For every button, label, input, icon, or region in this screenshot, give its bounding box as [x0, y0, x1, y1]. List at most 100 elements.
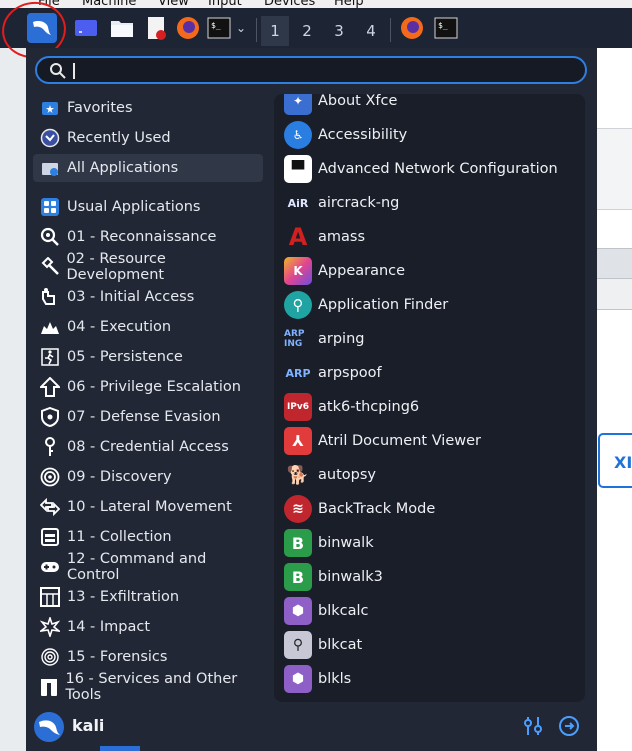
clock-icon — [39, 127, 61, 149]
sleuthkit-icon: ⬢ — [284, 597, 312, 625]
kali-dragon-icon — [39, 720, 60, 735]
app-label: BackTrack Mode — [318, 501, 436, 517]
app-item[interactable]: ✦ About Xfce — [284, 94, 584, 116]
network-icon: ▀ — [284, 155, 312, 183]
app-item[interactable]: ⬢ blkcalc — [284, 596, 584, 626]
firefox-icon[interactable] — [175, 14, 201, 42]
app-item[interactable]: IPv6 atk6-thcping6 — [284, 392, 584, 422]
app-item[interactable]: A amass — [284, 222, 584, 252]
xml-file-icon[interactable]: XI — [598, 433, 632, 488]
category-usual-applications[interactable]: Usual Applications — [33, 193, 263, 221]
menu-footer: kali — [26, 708, 597, 751]
category-label: 14 - Impact — [67, 619, 151, 635]
app-item[interactable]: B binwalk3 — [284, 562, 584, 592]
app-item[interactable]: 🐕 autopsy — [284, 460, 584, 490]
runner-icon — [39, 346, 61, 368]
all-apps-icon — [39, 157, 61, 179]
background-row — [597, 278, 632, 310]
app-item[interactable]: K Appearance — [284, 256, 584, 286]
workspace-2[interactable]: 2 — [293, 16, 321, 46]
category-initial-access[interactable]: 03 - Initial Access — [33, 283, 263, 311]
vm-menu-devices[interactable]: Devices — [264, 0, 315, 8]
desktop-icon[interactable] — [73, 14, 99, 42]
radar-icon — [39, 466, 61, 488]
explosion-icon — [39, 316, 61, 338]
impact-icon — [39, 616, 61, 638]
category-command-and-control[interactable]: 12 - Command and Control — [33, 551, 263, 583]
category-reconnaissance[interactable]: 01 - Reconnaissance — [33, 223, 263, 251]
category-execution[interactable]: 04 - Execution — [33, 313, 263, 341]
app-label: autopsy — [318, 467, 376, 483]
sleuthkit-icon: ⚲ — [284, 631, 312, 659]
app-item[interactable]: B binwalk — [284, 528, 584, 558]
app-item[interactable]: ⅄ Atril Document Viewer — [284, 426, 584, 456]
category-label: All Applications — [67, 160, 179, 176]
workspace-1[interactable]: 1 — [261, 16, 289, 46]
category-impact[interactable]: 14 - Impact — [33, 613, 263, 641]
search-field[interactable] — [35, 56, 587, 84]
category-label: 02 - Resource Development — [66, 251, 166, 283]
category-privilege-escalation[interactable]: 06 - Privilege Escalation — [33, 373, 263, 401]
chevron-down-icon[interactable]: ⌄ — [234, 14, 248, 42]
app-item[interactable]: ⬢ blkls — [284, 664, 584, 694]
xfce-icon: ✦ — [284, 94, 312, 115]
category-persistence[interactable]: 05 - Persistence — [33, 343, 263, 371]
vm-menu-input[interactable]: Input — [208, 0, 242, 8]
category-recently-used[interactable]: Recently Used — [33, 124, 263, 152]
category-lateral-movement[interactable]: 10 - Lateral Movement — [33, 493, 263, 521]
vm-menu-view[interactable]: View — [158, 0, 189, 8]
category-all-applications[interactable]: All Applications — [33, 154, 263, 182]
settings-manager-icon[interactable] — [522, 715, 544, 737]
appearance-icon: K — [284, 257, 312, 285]
category-exfiltration[interactable]: 13 - Exfiltration — [33, 583, 263, 611]
workspace-4[interactable]: 4 — [357, 16, 385, 46]
arpspoof-icon: ARP — [285, 366, 311, 380]
category-label: Usual Applications — [67, 199, 201, 215]
aircrack-icon: AiR — [287, 196, 309, 210]
pdf-icon: ⅄ — [284, 427, 312, 455]
key-icon — [39, 436, 61, 458]
category-resource-development[interactable]: 02 - Resource Development — [33, 251, 263, 283]
category-defense-evasion[interactable]: 07 - Defense Evasion — [33, 403, 263, 431]
log-out-icon[interactable] — [558, 715, 580, 737]
app-item[interactable]: ⚲ blkcat — [284, 630, 584, 660]
terminal-window-icon[interactable]: $_ — [433, 14, 459, 42]
terminal-icon[interactable]: $_ — [206, 14, 232, 42]
category-collection[interactable]: 11 - Collection — [33, 523, 263, 551]
tools-icon — [39, 676, 59, 698]
app-label: atk6-thcping6 — [318, 399, 420, 415]
category-label: 08 - Credential Access — [67, 439, 229, 455]
category-services-and-other-tools[interactable]: 16 - Services and Other Tools — [33, 671, 263, 703]
gamepad-icon — [39, 556, 61, 578]
avatar[interactable] — [34, 712, 64, 742]
app-item[interactable]: ▀ Advanced Network Configuration — [284, 154, 584, 184]
category-label: 07 - Defense Evasion — [67, 409, 221, 425]
vm-menubar: File Machine View Input Devices Help — [0, 0, 632, 8]
file-manager-icon[interactable] — [109, 14, 135, 42]
category-label: 09 - Discovery — [67, 469, 172, 485]
workspace-3[interactable]: 3 — [325, 16, 353, 46]
text-editor-icon[interactable] — [143, 14, 169, 42]
app-item[interactable]: ARP ING arping — [284, 324, 584, 354]
category-credential-access[interactable]: 08 - Credential Access — [33, 433, 263, 461]
magnifier-icon — [39, 226, 61, 248]
kali-menu-button[interactable] — [27, 13, 57, 43]
firefox-window-icon[interactable] — [399, 14, 425, 42]
category-label: 01 - Reconnaissance — [67, 229, 217, 245]
category-favorites[interactable]: Favorites — [33, 94, 263, 122]
category-label: 03 - Initial Access — [67, 289, 195, 305]
app-item[interactable]: ≋ BackTrack Mode — [284, 494, 584, 524]
vm-menu-machine[interactable]: Machine — [82, 0, 136, 8]
category-discovery[interactable]: 09 - Discovery — [33, 463, 263, 491]
hammer-icon — [39, 256, 60, 278]
svg-text:$_: $_ — [438, 21, 448, 30]
arrow-up-icon — [39, 376, 61, 398]
app-item[interactable]: AiR aircrack-ng — [284, 188, 584, 218]
category-forensics[interactable]: 15 - Forensics — [33, 643, 263, 671]
vm-menu-help[interactable]: Help — [334, 0, 364, 8]
category-label: 12 - Command and Control — [66, 551, 207, 583]
app-item[interactable]: ARP arpspoof — [284, 358, 584, 388]
app-item[interactable]: ♿ Accessibility — [284, 120, 584, 150]
app-item[interactable]: ⚲ Application Finder — [284, 290, 584, 320]
category-label: 04 - Execution — [67, 319, 172, 335]
